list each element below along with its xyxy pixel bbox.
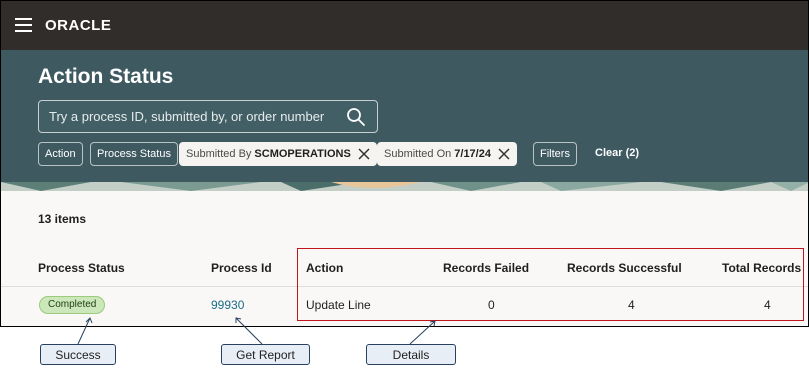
filters-button[interactable]: Filters [533, 142, 577, 166]
submitted-by-filter-chip[interactable]: Submitted By SCMOPERATIONS [179, 142, 377, 166]
decorative-banner [1, 182, 808, 191]
chip-value: 7/17/24 [454, 148, 491, 160]
page-header: Action Status Action Process Status Subm… [1, 50, 808, 182]
search-input[interactable] [39, 101, 339, 132]
chip-value: SCMOPERATIONS [254, 148, 351, 160]
chip-label: Submitted On [384, 148, 452, 160]
chip-label: Process Status [97, 148, 171, 160]
success-callout: Success [40, 344, 116, 365]
details-highlight-box [297, 248, 804, 321]
details-callout: Details [366, 344, 456, 365]
close-icon[interactable] [358, 148, 370, 160]
clear-filters-link[interactable]: Clear (2) [595, 147, 639, 159]
page-title: Action Status [38, 65, 174, 88]
column-header-process-status[interactable]: Process Status [38, 261, 125, 275]
chip-label: Filters [540, 148, 570, 160]
process-status-filter-chip[interactable]: Process Status [90, 142, 178, 166]
column-header-process-id[interactable]: Process Id [211, 261, 272, 275]
submitted-on-filter-chip[interactable]: Submitted On 7/17/24 [377, 142, 517, 166]
oracle-logo: ORACLE [45, 17, 112, 34]
top-bar: ORACLE [1, 1, 808, 50]
items-count: 13 items [38, 212, 87, 226]
status-badge: Completed [39, 296, 106, 314]
search-icon[interactable] [346, 107, 366, 127]
search-box [38, 100, 378, 133]
chip-label: Action [45, 148, 76, 160]
menu-icon[interactable] [15, 18, 32, 32]
process-id-link[interactable]: 99930 [211, 298, 244, 312]
action-filter-chip[interactable]: Action [38, 142, 83, 166]
close-icon[interactable] [498, 148, 510, 160]
get-report-callout: Get Report [221, 344, 310, 365]
chip-label: Submitted By [186, 148, 252, 160]
